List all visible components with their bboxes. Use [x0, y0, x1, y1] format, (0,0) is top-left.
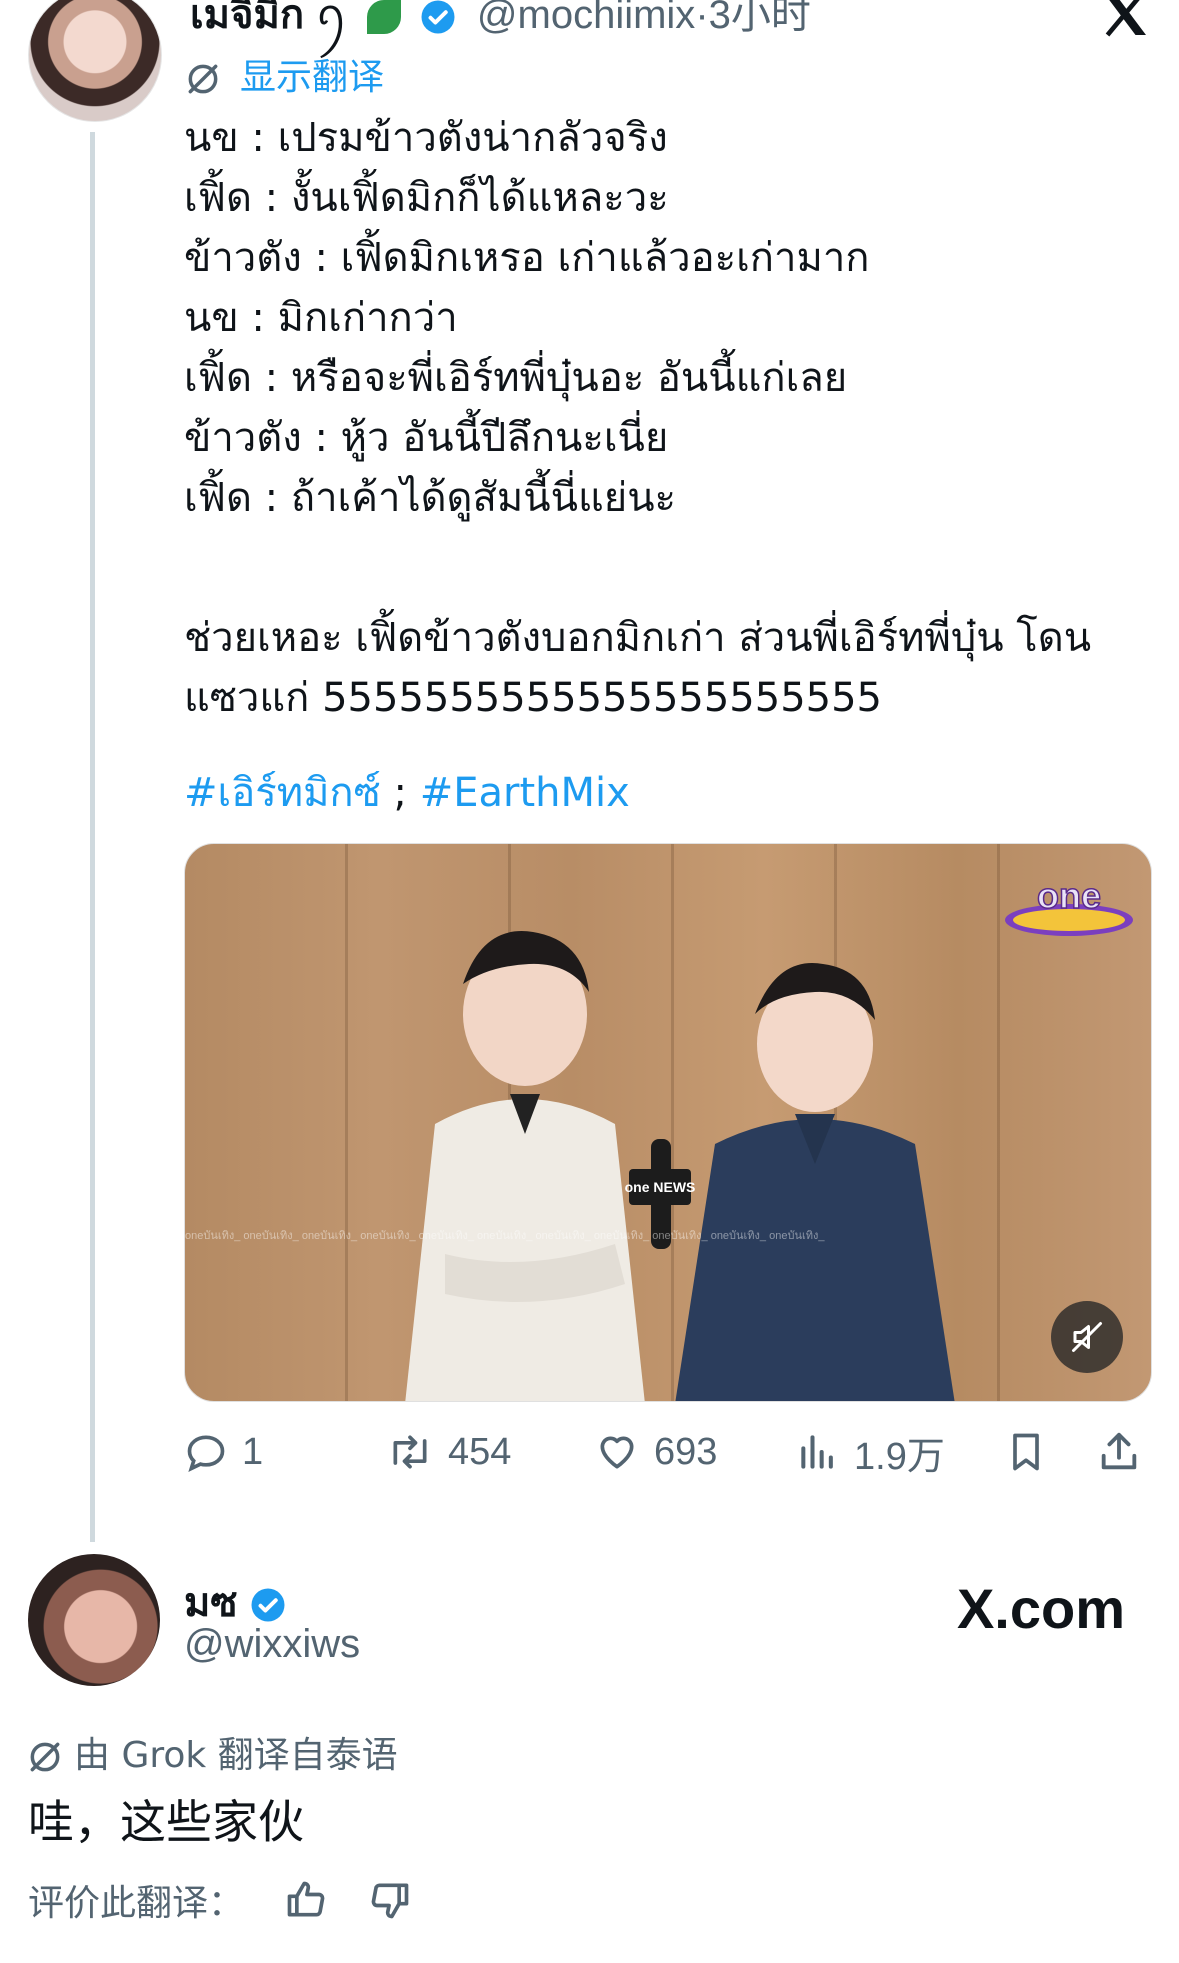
- share-icon: [1101, 1432, 1137, 1470]
- views-button[interactable]: 1.9万: [796, 1420, 945, 1484]
- author-handle[interactable]: @mochiimix: [477, 0, 695, 37]
- tweet-line: นข : เปรมข้าวตังน่ากลัวจริง: [184, 115, 668, 161]
- verified-badge-icon: [251, 1588, 285, 1622]
- translated-by-label: 由 Grok 翻译自泰语: [74, 1735, 398, 1776]
- thread-line: [90, 132, 95, 1542]
- verified-badge-icon: [421, 0, 455, 34]
- thumbs-down-icon[interactable]: [368, 1878, 412, 1922]
- tweet-line: เฟิ้ด : งั้นเฟิ้ดมิกก็ได้แหละวะ: [184, 175, 669, 221]
- reply-body: 哇，这些家伙: [28, 1795, 304, 1849]
- tweet-line: แซวแก่ 5555555555555555555555: [184, 675, 882, 721]
- person-right-image: [675, 963, 955, 1401]
- show-translation-label: 显示翻译: [240, 56, 385, 97]
- mic-flag-text: one NEWS: [625, 1179, 695, 1195]
- reply-count: 1: [242, 1430, 264, 1473]
- grok-translation-note: 由 Grok 翻译自泰语: [26, 1726, 398, 1778]
- author-avatar[interactable]: [28, 0, 162, 122]
- tweet-action-bar: 1 454 693 1.9万: [184, 1420, 1144, 1484]
- author-name[interactable]: เมจิมิก: [190, 0, 304, 37]
- heart-icon: [600, 1436, 634, 1469]
- x-com-brand: X.com: [956, 1577, 1125, 1640]
- retweet-count: 454: [448, 1430, 512, 1473]
- tweet-video[interactable]: one NEWS oneบันเทิง_ oneบันเทิง_ oneบันเ…: [184, 843, 1152, 1402]
- reply-author-name[interactable]: มซ: [184, 1580, 238, 1626]
- show-translation-link[interactable]: 显示翻译: [184, 48, 384, 100]
- hashtags: #เอิร์ทมิกซ์ ; #EarthMix: [184, 760, 630, 824]
- rate-translation-label: 评价此翻译：: [28, 1883, 245, 1924]
- hashtag-link[interactable]: #EarthMix: [420, 770, 630, 816]
- reply-icon: [187, 1435, 225, 1472]
- retweet-button[interactable]: 454: [386, 1420, 511, 1484]
- tweet-line: เฟิ้ด : หรือจะพี่เอิร์ทพี่บุ๋นอะ อันนี้แ…: [184, 355, 848, 401]
- like-count: 693: [654, 1430, 718, 1473]
- muted-speaker-icon: [1072, 1322, 1102, 1352]
- reply-button[interactable]: 1: [184, 1420, 263, 1484]
- retweet-icon: [393, 1435, 427, 1469]
- views-count: 1.9万: [854, 1435, 945, 1478]
- bookmark-icon: [1013, 1433, 1039, 1471]
- tweet-line: ช่วยเหอะ เฟิ้ดข้าวตังบอกมิกเก่า ส่วนพี่เ…: [184, 615, 1092, 661]
- author-name-suffix: ꪆ: [315, 0, 348, 37]
- reply-author-avatar[interactable]: [28, 1554, 160, 1686]
- leaf-emoji-icon: [366, 0, 401, 35]
- tweet-body: นข : เปรมข้าวตังน่ากลัวจริง เฟิ้ด : งั้น…: [184, 108, 1144, 728]
- hashtag-link[interactable]: #เอิร์ทมิกซ์: [184, 770, 381, 816]
- translate-icon: [30, 1742, 60, 1772]
- translate-icon: [188, 65, 218, 94]
- hashtag-separator: ;: [380, 770, 420, 816]
- thumbs-up-icon[interactable]: [284, 1878, 328, 1922]
- one-channel-logo: one: [1005, 874, 1133, 936]
- x-logo-icon[interactable]: [1097, 0, 1153, 42]
- rate-translation-row: 评价此翻译：: [28, 1874, 412, 1926]
- tweet-line: ข้าวตัง : หู้ว อันนี้ปีลึกนะเนี่ย: [184, 415, 669, 461]
- tweet-line: นข : มิกเก่ากว่า: [184, 295, 458, 341]
- tweet-time[interactable]: ·3小时: [695, 0, 811, 37]
- share-button[interactable]: [1096, 1420, 1156, 1484]
- like-button[interactable]: 693: [594, 1420, 717, 1484]
- video-watermark: oneบันเทิง_ oneบันเทิง_ oneบันเทิง_ oneบ…: [185, 1230, 825, 1242]
- mute-button[interactable]: [1051, 1301, 1123, 1373]
- tweet-line: ข้าวตัง : เฟิ้ดมิกเหรอ เก่าแล้วอะเก่ามาก: [184, 235, 870, 281]
- analytics-icon: [801, 1435, 833, 1469]
- logo-text: one: [1037, 875, 1101, 916]
- reply-author-handle[interactable]: @wixxiws: [184, 1622, 360, 1667]
- bookmark-button[interactable]: [1004, 1420, 1062, 1484]
- tweet-line: เฟิ้ด : ถ้าเค้าได้ดูสัมนี้นี่แย่นะ: [184, 475, 677, 521]
